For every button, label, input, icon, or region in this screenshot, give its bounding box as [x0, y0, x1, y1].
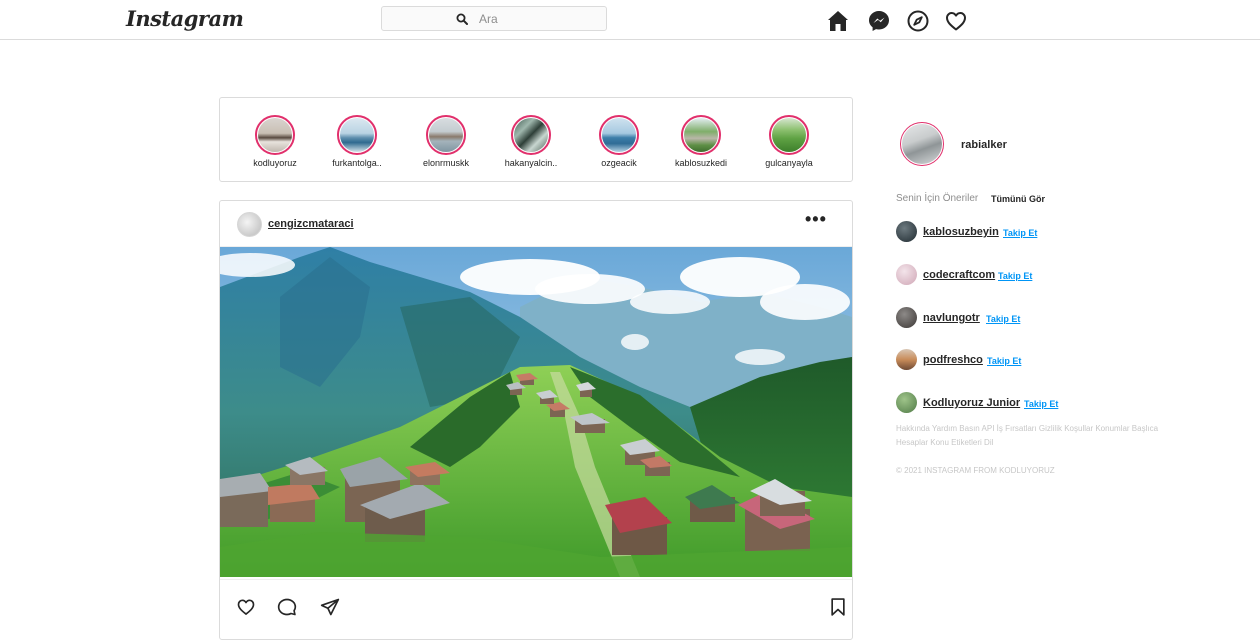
- suggestion-avatar[interactable]: [896, 264, 917, 285]
- post-avatar[interactable]: [237, 212, 262, 237]
- like-icon[interactable]: [236, 597, 256, 617]
- story-item[interactable]: ozgeacik: [589, 115, 649, 168]
- suggestion-item: kablosuzbeyin Takip Et: [896, 221, 1056, 243]
- story-avatar-ring: [255, 115, 295, 155]
- story-avatar-ring: [337, 115, 377, 155]
- suggestion-avatar[interactable]: [896, 392, 917, 413]
- story-item[interactable]: furkantolga..: [327, 115, 387, 168]
- profile-avatar-image: [902, 124, 942, 164]
- explore-icon[interactable]: [906, 9, 930, 33]
- suggestion-item: codecraftcom Takip Et: [896, 264, 1056, 286]
- story-item[interactable]: gulcanyayla: [759, 115, 819, 168]
- post-header: cengizcmataraci •••: [220, 201, 852, 247]
- story-username: ozgeacik: [601, 158, 637, 168]
- profile-username[interactable]: rabialker: [961, 139, 1007, 151]
- post-username[interactable]: cengizcmataraci: [268, 218, 354, 230]
- story-avatar-ring: [426, 115, 466, 155]
- story-avatar: [340, 118, 374, 152]
- suggestion-avatar[interactable]: [896, 221, 917, 242]
- story-avatar: [429, 118, 463, 152]
- story-avatar-ring: [769, 115, 809, 155]
- story-item[interactable]: kodluyoruz: [245, 115, 305, 168]
- share-icon[interactable]: [320, 597, 340, 617]
- follow-button[interactable]: Takip Et: [998, 271, 1032, 281]
- feed-post: cengizcmataraci •••: [219, 200, 853, 640]
- story-avatar: [258, 118, 292, 152]
- suggestion-username[interactable]: Kodluyoruz Junior: [923, 397, 1020, 409]
- see-all-link[interactable]: Tümünü Gör: [991, 194, 1045, 204]
- follow-button[interactable]: Takip Et: [987, 356, 1021, 366]
- messenger-icon[interactable]: [867, 9, 891, 33]
- suggestion-username[interactable]: navlungotr: [923, 312, 980, 324]
- suggestion-avatar[interactable]: [896, 307, 917, 328]
- story-username: hakanyalcin..: [504, 158, 558, 168]
- story-username: kodluyoruz: [253, 158, 297, 168]
- mountain-landscape-photo: [220, 247, 852, 577]
- story-avatar-ring: [681, 115, 721, 155]
- top-navigation-bar: Instagram: [0, 0, 1260, 40]
- footer-links[interactable]: Hakkında Yardım Basın API İş Fırsatları …: [896, 422, 1166, 450]
- story-username: gulcanyayla: [765, 158, 813, 168]
- search-box[interactable]: [381, 6, 607, 31]
- story-avatar-ring: [511, 115, 551, 155]
- story-username: kablosuzkedi: [674, 158, 728, 168]
- follow-button[interactable]: Takip Et: [1003, 228, 1037, 238]
- story-username: furkantolga..: [332, 158, 382, 168]
- stories-bar: kodluyoruz furkantolga.. elonrmuskk haka…: [219, 97, 853, 182]
- suggestion-avatar[interactable]: [896, 349, 917, 370]
- heart-icon[interactable]: [944, 9, 968, 33]
- suggestion-username[interactable]: kablosuzbeyin: [923, 226, 999, 238]
- suggestion-username[interactable]: codecraftcom: [923, 269, 995, 281]
- story-avatar: [602, 118, 636, 152]
- story-avatar: [772, 118, 806, 152]
- story-avatar: [684, 118, 718, 152]
- more-options-icon[interactable]: •••: [805, 209, 827, 230]
- follow-button[interactable]: Takip Et: [1024, 399, 1058, 409]
- suggestion-item: podfreshco Takip Et: [896, 349, 1056, 371]
- instagram-logo[interactable]: Instagram: [126, 6, 244, 31]
- story-item[interactable]: kablosuzkedi: [671, 115, 731, 168]
- profile-avatar[interactable]: [900, 122, 944, 166]
- story-avatar-ring: [599, 115, 639, 155]
- suggestion-item: navlungotr Takip Et: [896, 307, 1056, 329]
- comment-icon[interactable]: [277, 597, 297, 617]
- story-username: elonrmuskk: [422, 158, 469, 168]
- suggestion-item: Kodluyoruz Junior Takip Et: [896, 392, 1076, 414]
- search-input[interactable]: [479, 10, 599, 28]
- save-icon[interactable]: [828, 597, 848, 617]
- post-image[interactable]: [220, 247, 852, 577]
- story-item[interactable]: elonrmuskk: [416, 115, 476, 168]
- copyright-text: © 2021 INSTAGRAM FROM KODLUYORUZ: [896, 466, 1055, 475]
- follow-button[interactable]: Takip Et: [986, 314, 1020, 324]
- post-actions-bar: [220, 579, 852, 630]
- story-item[interactable]: hakanyalcin..: [501, 115, 561, 168]
- search-icon: [456, 13, 468, 25]
- suggestions-title: Senin İçin Öneriler: [896, 193, 979, 204]
- suggestion-username[interactable]: podfreshco: [923, 354, 983, 366]
- home-icon[interactable]: [826, 9, 850, 33]
- story-avatar: [514, 118, 548, 152]
